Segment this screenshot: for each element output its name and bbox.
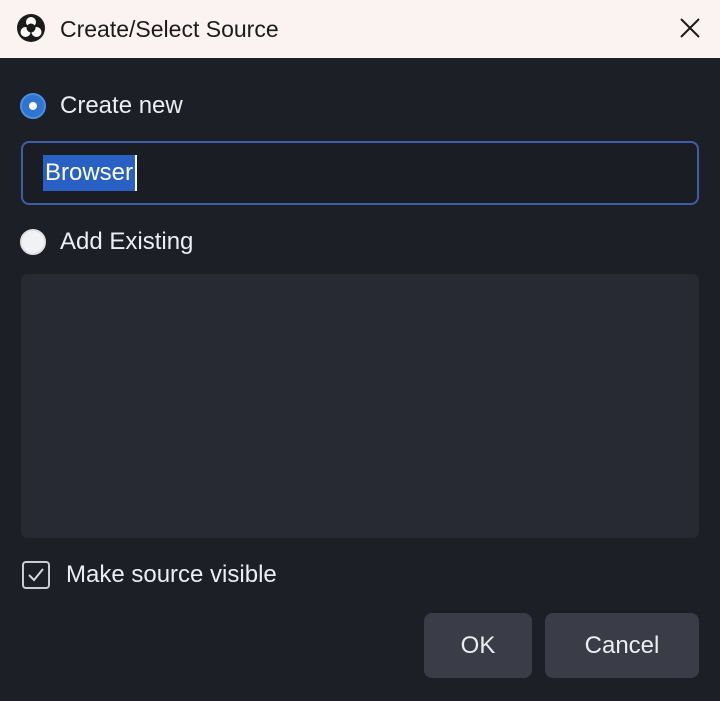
close-button[interactable] <box>672 10 708 46</box>
add-existing-radio[interactable] <box>20 229 46 255</box>
create-select-source-dialog: Create/Select Source Create new Browser … <box>0 0 720 701</box>
add-existing-radio-option[interactable]: Add Existing <box>20 225 193 259</box>
existing-sources-list[interactable] <box>21 274 699 538</box>
create-new-radio[interactable] <box>20 93 46 119</box>
obs-logo-icon <box>17 14 45 42</box>
source-name-value: Browser <box>43 155 136 191</box>
window-title: Create/Select Source <box>60 16 279 42</box>
add-existing-label: Add Existing <box>60 228 194 255</box>
make-source-visible-option[interactable]: Make source visible <box>22 558 277 592</box>
title-bar: Create/Select Source <box>0 0 720 58</box>
close-icon <box>680 18 700 38</box>
create-new-label: Create new <box>60 92 183 119</box>
text-caret <box>135 155 138 191</box>
source-name-input[interactable]: Browser <box>21 141 699 205</box>
make-source-visible-checkbox[interactable] <box>22 561 50 589</box>
ok-button[interactable]: OK <box>424 613 532 678</box>
create-new-radio-option[interactable]: Create new <box>20 89 183 123</box>
make-source-visible-label: Make source visible <box>66 561 277 588</box>
cancel-button[interactable]: Cancel <box>545 613 699 678</box>
checkmark-icon <box>28 568 44 582</box>
